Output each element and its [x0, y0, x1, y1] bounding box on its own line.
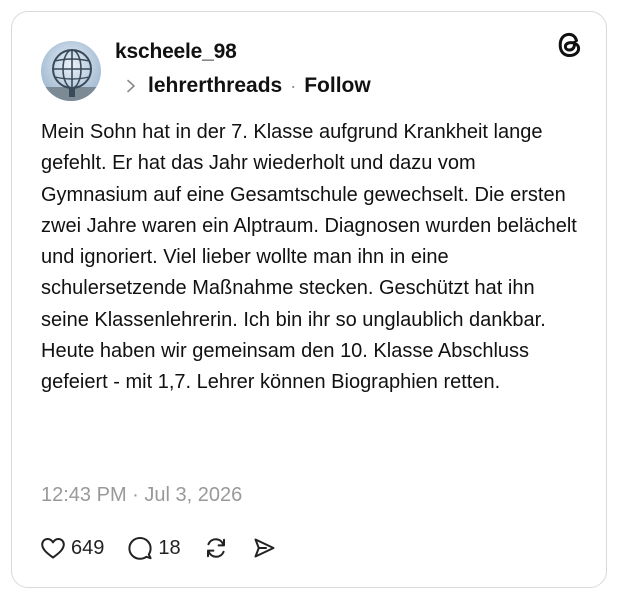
share-button[interactable]: [251, 535, 277, 561]
post-text: Mein Sohn hat in der 7. Klasse aufgrund …: [41, 121, 577, 394]
follow-button[interactable]: Follow: [304, 74, 371, 98]
reply-count: 18: [158, 536, 181, 559]
action-bar: 649 18: [40, 534, 277, 562]
repost-icon: [206, 538, 225, 558]
chevron-right-icon: [127, 79, 135, 93]
topic-row: lehrerthreads · Follow: [126, 73, 371, 99]
send-icon: [254, 538, 275, 558]
separator-dot: ·: [290, 75, 297, 96]
comment-bubble-icon: [128, 537, 152, 560]
globe-avatar: [41, 41, 101, 101]
post-timestamp: 12:43 PM · Jul 3, 2026: [41, 484, 243, 506]
heart-icon: [41, 538, 65, 559]
avatar[interactable]: [41, 41, 101, 101]
topic-link[interactable]: lehrerthreads: [148, 74, 282, 98]
repost-button[interactable]: [203, 535, 229, 561]
post-card: kscheele_98 lehrerthreads · Follow Mein …: [11, 11, 607, 588]
threads-logo-icon[interactable]: [557, 31, 583, 59]
username[interactable]: kscheele_98: [115, 40, 237, 64]
like-count: 649: [71, 536, 105, 559]
like-button[interactable]: 649: [40, 536, 104, 560]
reply-button[interactable]: 18: [127, 535, 181, 561]
